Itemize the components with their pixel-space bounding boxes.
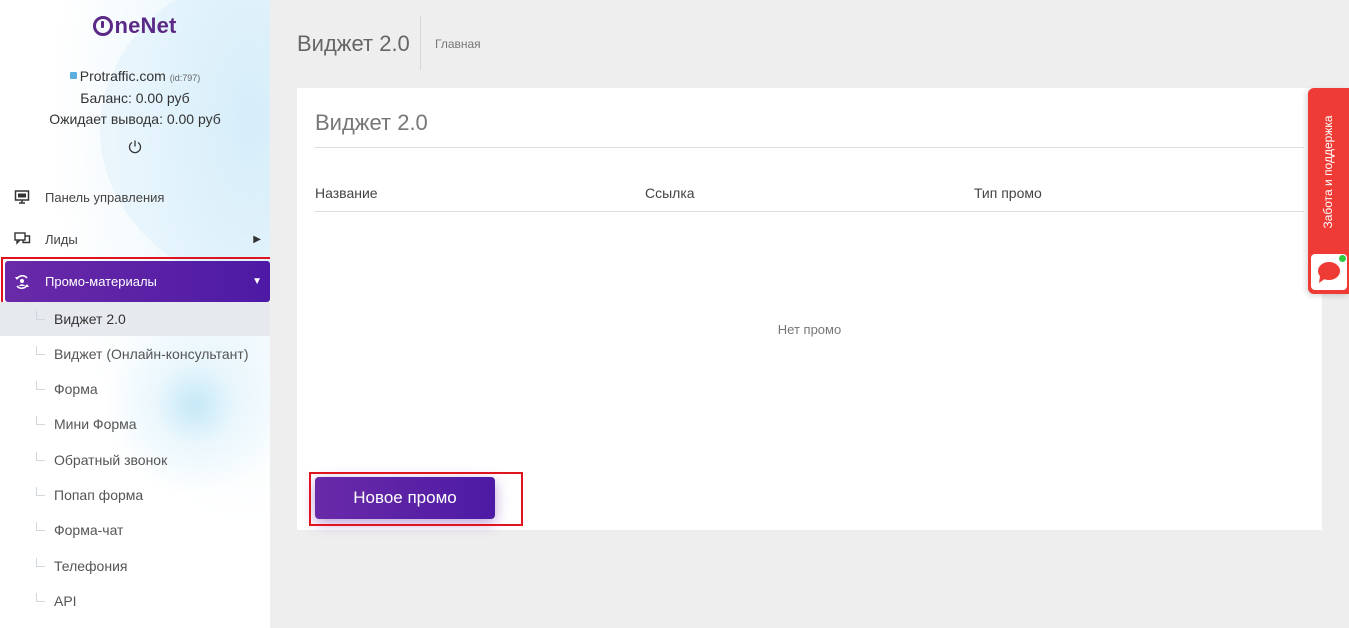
sidebar: neNet Protraffic.com (id:797) Баланс: 0.… xyxy=(0,0,270,628)
promo-users-icon xyxy=(13,273,31,291)
submenu-item-form-chat[interactable]: Форма-чат xyxy=(0,513,270,547)
page-title: Виджет 2.0 xyxy=(297,31,410,56)
column-header-name: Название xyxy=(315,185,378,201)
column-header-link: Ссылка xyxy=(645,185,695,201)
account-id: (id:797) xyxy=(169,73,201,83)
support-chat-button[interactable] xyxy=(1311,254,1347,290)
breadcrumb[interactable]: Главная xyxy=(435,37,481,51)
support-tab[interactable]: Забота и поддержка xyxy=(1308,88,1349,294)
power-logo-icon xyxy=(93,16,114,36)
card-title: Виджет 2.0 xyxy=(315,110,428,135)
card-divider xyxy=(314,147,1304,148)
submenu-item-form[interactable]: Форма xyxy=(0,372,270,406)
submenu-item-widget-consultant[interactable]: Виджет (Онлайн-консультант) xyxy=(0,337,270,371)
chat-bubble-icon xyxy=(1318,262,1340,283)
logo[interactable]: neNet xyxy=(0,13,270,39)
column-header-promo-type: Тип промо xyxy=(974,185,1042,201)
support-label: Забота и поддержка xyxy=(1321,115,1335,229)
submenu-item-widget-2[interactable]: Виджет 2.0 xyxy=(0,302,270,336)
logo-text: neNet xyxy=(114,13,177,38)
nav-promo-materials[interactable]: Промо-материалы ▼ xyxy=(5,261,270,302)
account-info: Protraffic.com (id:797) xyxy=(0,68,270,84)
online-status-dot xyxy=(1338,254,1347,263)
submenu-item-mini-form[interactable]: Мини Форма xyxy=(0,407,270,441)
nav-dashboard-label: Панель управления xyxy=(45,189,165,205)
nav-dashboard[interactable]: Панель управления xyxy=(0,176,270,218)
account-name: Protraffic.com xyxy=(79,68,166,84)
chat-bubbles-icon xyxy=(13,230,31,248)
nav-leads[interactable]: Лиды ▶ xyxy=(0,218,270,260)
submenu-item-api[interactable]: API xyxy=(0,584,270,618)
nav-leads-label: Лиды xyxy=(45,231,78,247)
header-divider xyxy=(420,16,421,70)
submenu-item-popup-form[interactable]: Попап форма xyxy=(0,478,270,512)
pending-withdrawal: Ожидает вывода: 0.00 руб xyxy=(49,111,221,127)
balance: Баланс: 0.00 руб xyxy=(80,90,190,106)
submenu-item-callback[interactable]: Обратный звонок xyxy=(0,443,270,477)
submenu-item-telephony[interactable]: Телефония xyxy=(0,549,270,583)
new-promo-button[interactable]: Новое промо xyxy=(315,477,495,519)
promo-card: Виджет 2.0 Название Ссылка Тип промо Нет… xyxy=(297,88,1322,530)
monitor-icon xyxy=(13,188,31,206)
logout-power-icon[interactable] xyxy=(127,139,143,155)
status-dot-icon xyxy=(69,72,77,79)
table-header-divider xyxy=(314,211,1304,212)
chevron-down-icon: ▼ xyxy=(252,276,262,287)
nav-promo-label: Промо-материалы xyxy=(45,274,157,289)
empty-state-text: Нет промо xyxy=(777,322,842,337)
chevron-right-icon: ▶ xyxy=(253,233,261,245)
